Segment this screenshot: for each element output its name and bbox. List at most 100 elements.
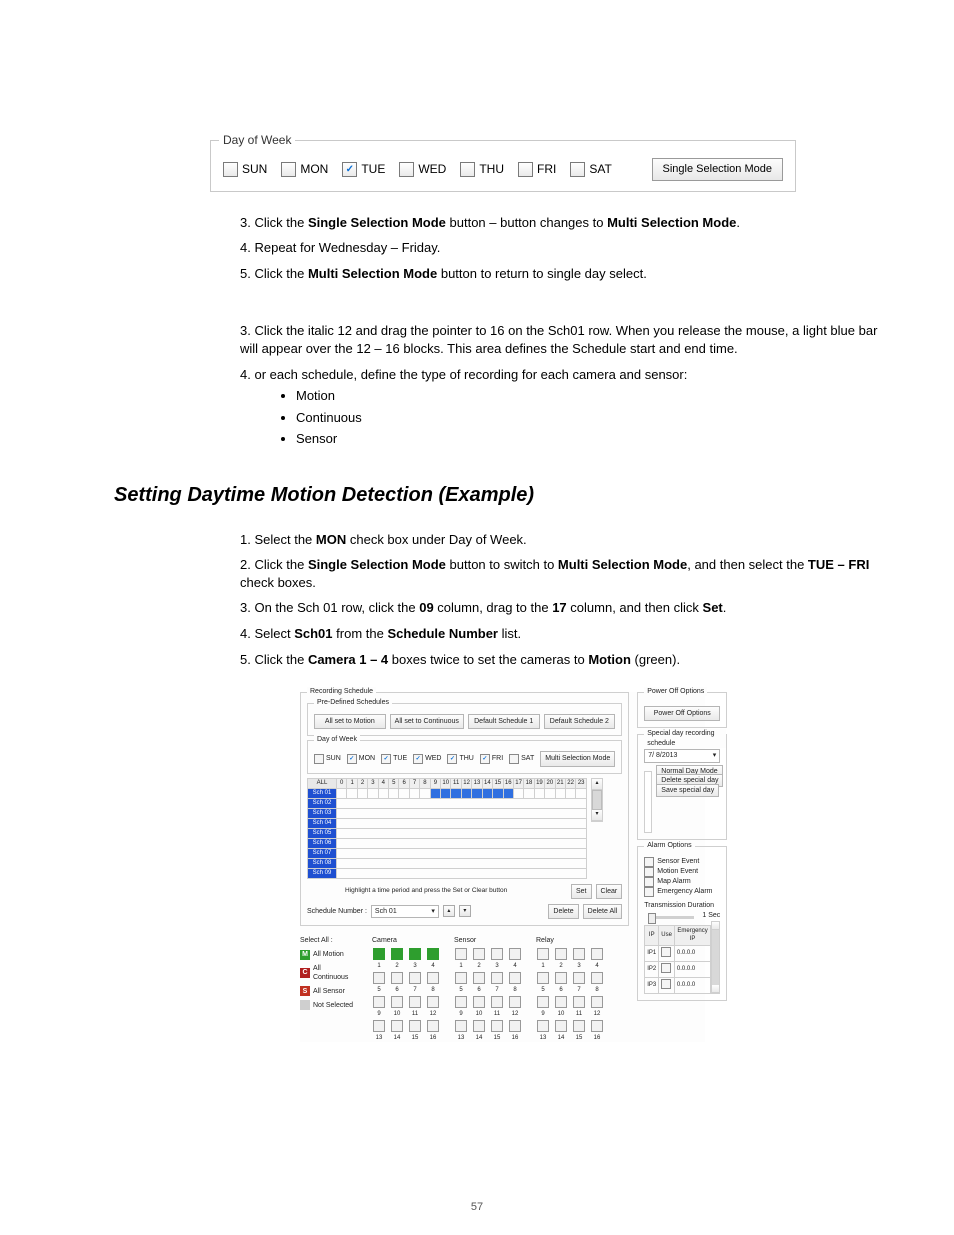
camera-7-checkbox[interactable] bbox=[409, 972, 421, 984]
ip2-use-checkbox[interactable] bbox=[661, 963, 671, 973]
camera-5-checkbox[interactable] bbox=[373, 972, 385, 984]
mini-selection-mode-button[interactable]: Multi Selection Mode bbox=[540, 751, 615, 766]
mini-day-tue[interactable]: ✓TUE bbox=[381, 754, 407, 764]
ip1-field[interactable]: 0.0.0.0 bbox=[674, 945, 710, 961]
step-up-button[interactable]: ▴ bbox=[443, 905, 455, 917]
ip-table-scrollbar[interactable] bbox=[711, 921, 720, 993]
scroll-thumb[interactable] bbox=[592, 790, 602, 810]
all-motion-button[interactable]: MAll Motion bbox=[300, 950, 358, 960]
schedule-grid[interactable]: ALL 0123 4567 891011 12131415 16171819 2… bbox=[307, 778, 587, 879]
camera-12-checkbox[interactable] bbox=[427, 996, 439, 1008]
relay-checkbox[interactable] bbox=[555, 996, 567, 1008]
scroll-up-icon[interactable]: ▴ bbox=[592, 779, 602, 790]
day-sat[interactable]: SAT bbox=[570, 161, 611, 177]
relay-checkbox[interactable] bbox=[555, 1020, 567, 1032]
sensor-checkbox[interactable] bbox=[491, 996, 503, 1008]
sensor-checkbox[interactable] bbox=[473, 948, 485, 960]
mini-day-fri[interactable]: ✓FRI bbox=[480, 754, 503, 764]
relay-checkbox[interactable] bbox=[537, 996, 549, 1008]
sensor-checkbox[interactable] bbox=[491, 972, 503, 984]
camera-8-checkbox[interactable] bbox=[427, 972, 439, 984]
sensor-checkbox[interactable] bbox=[509, 972, 521, 984]
day-wed[interactable]: WED bbox=[399, 161, 446, 177]
scroll-down-icon[interactable]: ▾ bbox=[592, 810, 602, 821]
camera-6-checkbox[interactable] bbox=[391, 972, 403, 984]
relay-checkbox[interactable] bbox=[555, 948, 567, 960]
camera-9-checkbox[interactable] bbox=[373, 996, 385, 1008]
relay-checkbox[interactable] bbox=[591, 972, 603, 984]
mini-day-mon[interactable]: ✓MON bbox=[347, 754, 375, 764]
day-mon[interactable]: MON bbox=[281, 161, 328, 177]
schedule-all-header[interactable]: ALL bbox=[308, 778, 337, 788]
sensor-checkbox[interactable] bbox=[509, 1020, 521, 1032]
all-continuous-button[interactable]: CAll Continuous bbox=[300, 964, 358, 983]
default-schedule-2-button[interactable]: Default Schedule 2 bbox=[544, 714, 616, 729]
emergency-alarm-checkbox[interactable] bbox=[644, 887, 654, 897]
camera-16-checkbox[interactable] bbox=[427, 1020, 439, 1032]
ip2-field[interactable]: 0.0.0.0 bbox=[674, 961, 710, 977]
mini-day-sat[interactable]: SAT bbox=[509, 754, 534, 764]
default-schedule-1-button[interactable]: Default Schedule 1 bbox=[468, 714, 540, 729]
relay-checkbox[interactable] bbox=[537, 972, 549, 984]
mini-day-sun[interactable]: SUN bbox=[314, 754, 341, 764]
schedule-number-dropdown[interactable]: Sch 01 ▾ bbox=[371, 905, 439, 918]
camera-14-checkbox[interactable] bbox=[391, 1020, 403, 1032]
ip3-use-checkbox[interactable] bbox=[661, 979, 671, 989]
delete-all-button[interactable]: Delete All bbox=[583, 904, 623, 919]
all-sensor-button[interactable]: SAll Sensor bbox=[300, 986, 358, 996]
schedule-scrollbar[interactable]: ▴ ▾ bbox=[591, 778, 603, 822]
day-sun[interactable]: SUN bbox=[223, 161, 267, 177]
sensor-checkbox[interactable] bbox=[473, 972, 485, 984]
relay-checkbox[interactable] bbox=[537, 1020, 549, 1032]
camera-10-checkbox[interactable] bbox=[391, 996, 403, 1008]
all-set-continuous-button[interactable]: All set to Continuous bbox=[390, 714, 464, 729]
camera-4-checkbox[interactable] bbox=[427, 948, 439, 960]
clear-button[interactable]: Clear bbox=[596, 884, 623, 899]
sensor-checkbox[interactable] bbox=[455, 1020, 467, 1032]
delete-button[interactable]: Delete bbox=[548, 904, 578, 919]
relay-checkbox[interactable] bbox=[591, 996, 603, 1008]
slider-knob-icon[interactable] bbox=[648, 913, 656, 924]
mini-day-wed[interactable]: ✓WED bbox=[413, 754, 441, 764]
relay-checkbox[interactable] bbox=[573, 948, 585, 960]
relay-checkbox[interactable] bbox=[573, 996, 585, 1008]
relay-checkbox[interactable] bbox=[555, 972, 567, 984]
sensor-checkbox[interactable] bbox=[491, 948, 503, 960]
special-date-input[interactable]: 7/ 8/2013 ▾ bbox=[644, 749, 720, 762]
ip3-field[interactable]: 0.0.0.0 bbox=[674, 977, 710, 993]
camera-11-checkbox[interactable] bbox=[409, 996, 421, 1008]
day-fri[interactable]: FRI bbox=[518, 161, 556, 177]
save-special-day-button[interactable]: Save special day bbox=[656, 784, 719, 797]
special-day-list[interactable] bbox=[644, 771, 652, 833]
sensor-checkbox[interactable] bbox=[509, 996, 521, 1008]
sensor-checkbox[interactable] bbox=[491, 1020, 503, 1032]
sensor-checkbox[interactable] bbox=[455, 972, 467, 984]
camera-13-checkbox[interactable] bbox=[373, 1020, 385, 1032]
sensor-checkbox[interactable] bbox=[509, 948, 521, 960]
sensor-event-checkbox[interactable] bbox=[644, 857, 654, 867]
relay-checkbox[interactable] bbox=[591, 1020, 603, 1032]
camera-3-checkbox[interactable] bbox=[409, 948, 421, 960]
relay-checkbox[interactable] bbox=[573, 1020, 585, 1032]
all-set-motion-button[interactable]: All set to Motion bbox=[314, 714, 386, 729]
sensor-checkbox[interactable] bbox=[455, 948, 467, 960]
scroll-up-icon[interactable] bbox=[712, 922, 719, 930]
not-selected-button[interactable]: Not Selected bbox=[300, 1000, 358, 1010]
relay-checkbox[interactable] bbox=[573, 972, 585, 984]
relay-checkbox[interactable] bbox=[591, 948, 603, 960]
step-down-button[interactable]: ▾ bbox=[459, 905, 471, 917]
selection-mode-button[interactable]: Single Selection Mode bbox=[652, 158, 783, 181]
scroll-thumb[interactable] bbox=[712, 930, 719, 984]
duration-slider[interactable] bbox=[648, 916, 694, 919]
camera-1-checkbox[interactable] bbox=[373, 948, 385, 960]
camera-2-checkbox[interactable] bbox=[391, 948, 403, 960]
sensor-checkbox[interactable] bbox=[455, 996, 467, 1008]
map-alarm-checkbox[interactable] bbox=[644, 877, 654, 887]
day-thu[interactable]: THU bbox=[460, 161, 504, 177]
camera-15-checkbox[interactable] bbox=[409, 1020, 421, 1032]
relay-checkbox[interactable] bbox=[537, 948, 549, 960]
sensor-checkbox[interactable] bbox=[473, 1020, 485, 1032]
ip1-use-checkbox[interactable] bbox=[661, 947, 671, 957]
mini-day-thu[interactable]: ✓THU bbox=[447, 754, 473, 764]
sensor-checkbox[interactable] bbox=[473, 996, 485, 1008]
